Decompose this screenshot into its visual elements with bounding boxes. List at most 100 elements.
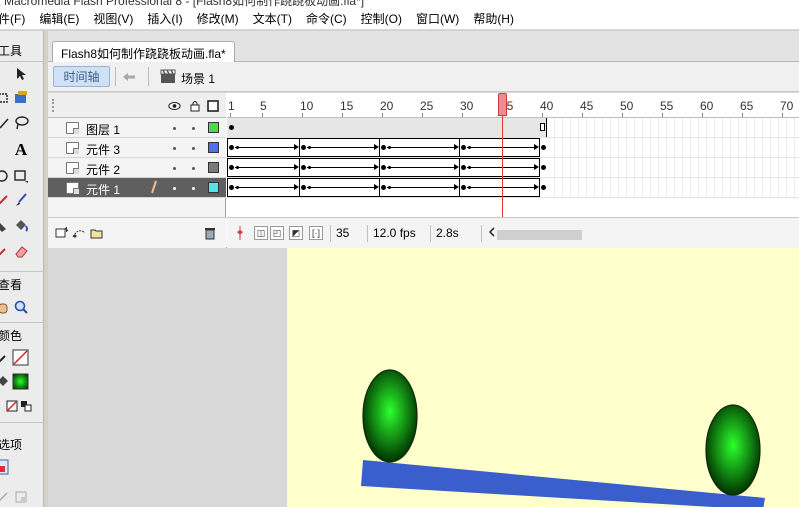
onion-skin-outlines-icon[interactable]: ◰ xyxy=(270,226,284,240)
onion-skin-icon[interactable]: ◫ xyxy=(254,226,268,240)
layer-row-4-selected[interactable]: 元件 1 xyxy=(48,178,226,198)
lock-all-icon[interactable] xyxy=(188,99,201,112)
stroke-color-swatch[interactable] xyxy=(12,349,30,367)
paint-bucket-tool[interactable] xyxy=(12,217,30,235)
keyframe[interactable] xyxy=(229,125,234,130)
ink-bottle-tool[interactable] xyxy=(0,217,12,235)
menu-commands[interactable]: 命令(C) xyxy=(298,10,353,27)
free-transform-tool[interactable] xyxy=(0,89,12,107)
menu-modify[interactable]: 修改(M) xyxy=(189,10,245,27)
layer-row-3[interactable]: 元件 2 xyxy=(48,158,226,178)
text-tool[interactable]: A xyxy=(12,140,30,159)
visibility-dot[interactable] xyxy=(173,187,176,190)
hand-tool[interactable] xyxy=(0,298,12,316)
document-tab[interactable]: Flash8如何制作跷跷板动画.fla* xyxy=(52,41,235,62)
lock-dot[interactable] xyxy=(192,187,195,190)
scene-label[interactable]: 场景 1 xyxy=(181,70,215,87)
keyframe[interactable] xyxy=(461,145,466,150)
visibility-dot[interactable] xyxy=(173,127,176,130)
menu-help[interactable]: 帮助(H) xyxy=(465,10,520,27)
left-ball[interactable] xyxy=(362,369,418,463)
outline-color-swatch[interactable] xyxy=(208,122,219,133)
back-button[interactable] xyxy=(119,66,139,87)
end-frame-marker[interactable] xyxy=(540,123,545,131)
keyframe[interactable] xyxy=(229,185,234,190)
add-motion-guide-icon[interactable] xyxy=(72,226,86,240)
fill-color-bucket-icon-button[interactable] xyxy=(0,373,12,391)
frame-row[interactable] xyxy=(227,158,799,178)
keyframe[interactable] xyxy=(229,145,234,150)
empty-frame-cells[interactable] xyxy=(547,118,799,137)
scrollbar-thumb[interactable] xyxy=(497,230,582,240)
brush-tool[interactable] xyxy=(12,191,30,209)
lock-dot[interactable] xyxy=(192,147,195,150)
keyframe[interactable] xyxy=(541,185,546,190)
keyframe[interactable] xyxy=(229,165,234,170)
stroke-color-pencil-icon-button[interactable] xyxy=(0,349,12,367)
keyframe[interactable] xyxy=(541,145,546,150)
frame-row[interactable] xyxy=(227,178,799,198)
keyframe[interactable] xyxy=(381,185,386,190)
frame-rate-field[interactable]: 12.0 fps xyxy=(367,225,421,242)
lock-dot[interactable] xyxy=(192,127,195,130)
empty-frame-cells[interactable] xyxy=(547,158,799,177)
outline-all-icon[interactable] xyxy=(206,99,219,112)
menu-text[interactable]: 文本(T) xyxy=(245,10,298,27)
visibility-dot[interactable] xyxy=(173,167,176,170)
fill-color-swatch[interactable] xyxy=(12,373,30,391)
keyframe[interactable] xyxy=(301,165,306,170)
keyframe[interactable] xyxy=(461,185,466,190)
layer-row-2[interactable]: 元件 3 xyxy=(48,138,226,158)
line-tool[interactable] xyxy=(0,114,12,132)
frame-row[interactable] xyxy=(227,118,799,138)
insert-layer-folder-icon[interactable] xyxy=(90,226,104,240)
insert-layer-icon[interactable] xyxy=(55,226,69,240)
frame-row[interactable] xyxy=(227,138,799,158)
selection-tool[interactable] xyxy=(12,65,30,83)
menu-insert[interactable]: 插入(I) xyxy=(139,10,188,27)
straighten-option-button[interactable] xyxy=(12,488,30,506)
outline-color-swatch[interactable] xyxy=(208,162,219,173)
layer-row-1[interactable]: 图层 1 xyxy=(48,118,226,138)
right-ball[interactable] xyxy=(705,404,761,496)
empty-frame-cells[interactable] xyxy=(547,138,799,157)
menu-window[interactable]: 窗口(W) xyxy=(408,10,465,27)
seesaw-board[interactable] xyxy=(361,460,765,507)
edit-multiple-frames-icon[interactable]: ◩ xyxy=(289,226,303,240)
zoom-tool[interactable] xyxy=(12,298,30,316)
snap-to-objects-button[interactable] xyxy=(0,458,12,476)
center-frame-icon[interactable] xyxy=(233,226,247,240)
outline-color-swatch[interactable] xyxy=(208,182,219,193)
menu-control[interactable]: 控制(O) xyxy=(353,10,408,27)
eraser-tool[interactable] xyxy=(12,242,30,260)
static-frame-span[interactable] xyxy=(227,118,547,137)
frame-ruler[interactable]: 1510152025303540455055606570 xyxy=(227,93,799,118)
timeline-horizontal-scrollbar[interactable] xyxy=(497,228,797,240)
rectangle-tool[interactable] xyxy=(12,167,30,185)
lock-dot[interactable] xyxy=(192,167,195,170)
menu-view[interactable]: 视图(V) xyxy=(85,10,139,27)
delete-layer-trash-icon[interactable] xyxy=(203,226,217,240)
empty-frame-cells[interactable] xyxy=(547,178,799,197)
keyframe[interactable] xyxy=(461,165,466,170)
menu-file[interactable]: 件(F) xyxy=(0,10,31,27)
timeline-toggle-button[interactable]: 时间轴 xyxy=(53,66,110,87)
visibility-dot[interactable] xyxy=(173,147,176,150)
outline-color-swatch[interactable] xyxy=(208,142,219,153)
keyframe[interactable] xyxy=(381,145,386,150)
modify-onion-markers-icon[interactable]: [·] xyxy=(309,226,323,240)
show-hide-all-eye-icon[interactable] xyxy=(168,99,181,112)
menu-edit[interactable]: 编辑(E) xyxy=(31,10,85,27)
oval-tool[interactable] xyxy=(0,167,12,185)
eyedropper-tool[interactable] xyxy=(0,242,12,260)
keyframe[interactable] xyxy=(381,165,386,170)
stage-canvas[interactable] xyxy=(287,248,799,507)
pencil-tool[interactable] xyxy=(0,191,12,209)
fill-transform-tool[interactable] xyxy=(12,89,30,107)
smooth-option-button[interactable] xyxy=(0,488,12,506)
panel-grip[interactable] xyxy=(52,99,54,112)
keyframe[interactable] xyxy=(541,165,546,170)
playhead[interactable] xyxy=(498,93,507,116)
lasso-tool[interactable] xyxy=(12,114,30,132)
keyframe[interactable] xyxy=(301,185,306,190)
